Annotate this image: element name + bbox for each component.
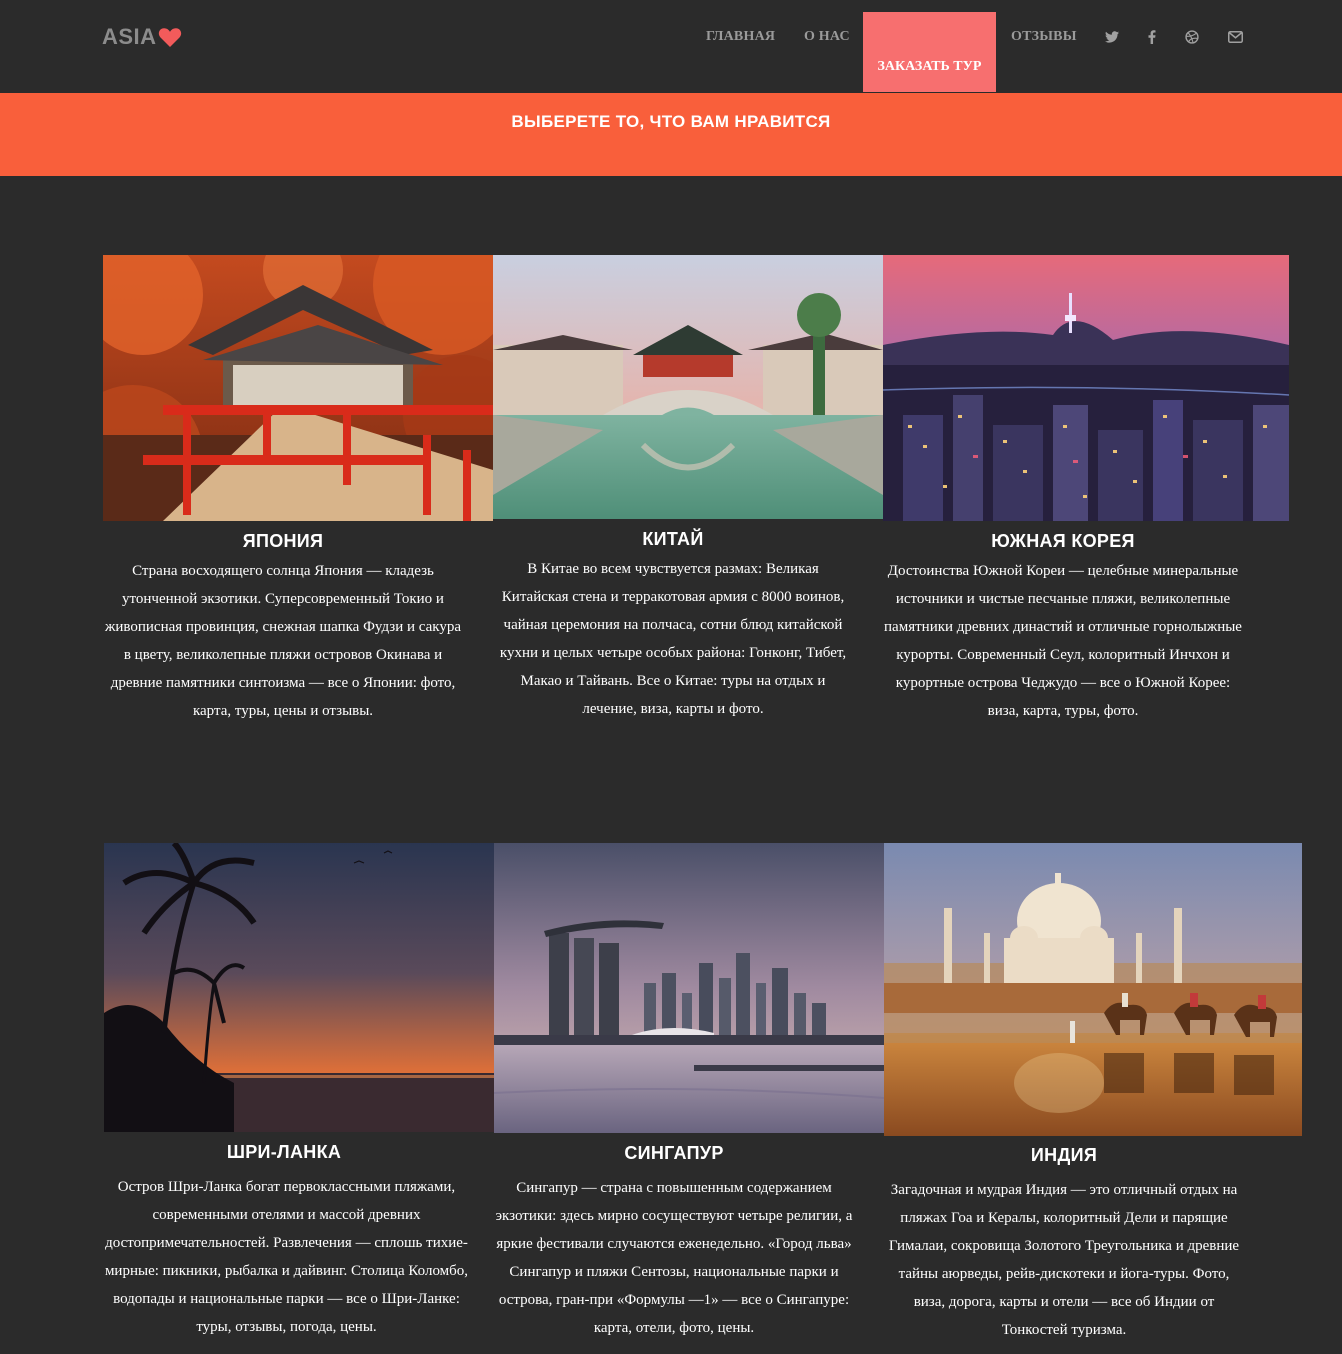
destination-title-india: ИНДИЯ: [1030, 1145, 1098, 1165]
destination-title-south-korea: ЮЖНАЯ КОРЕЯ: [991, 531, 1135, 551]
mail-icon[interactable]: [1226, 28, 1244, 46]
destination-card-india[interactable]: ИНДИЯ Загадочная и мудрая Индия — это от…: [884, 843, 1302, 1343]
destination-image-south-korea[interactable]: [883, 255, 1289, 521]
logo-text: ASIA: [102, 24, 157, 49]
banner: ВЫБЕРЕТЕ ТО, ЧТО ВАМ НРАВИТСЯ: [0, 93, 1342, 176]
destination-card-south-korea[interactable]: ЮЖНАЯ КОРЕЯ Достоинства Южной Кореи — це…: [883, 255, 1289, 755]
banner-title: ВЫБЕРЕТЕ ТО, ЧТО ВАМ НРАВИТСЯ: [511, 112, 831, 131]
destination-card-japan[interactable]: ЯПОНИЯ Страна восходящего солнца Япония …: [103, 255, 493, 735]
destination-image-india[interactable]: [884, 843, 1302, 1136]
twitter-icon[interactable]: [1103, 28, 1121, 46]
nav-book-tour-button[interactable]: ЗАКАЗАТЬ ТУР: [863, 12, 996, 92]
dribbble-icon[interactable]: [1183, 28, 1201, 46]
destination-card-china[interactable]: КИТАЙ В Китае во всем чувствуется размах…: [493, 255, 883, 735]
heart-icon: [158, 28, 181, 47]
destination-text-india: Загадочная и мудрая Индия — это отличный…: [888, 1182, 1240, 1338]
destination-image-china[interactable]: [493, 255, 883, 519]
destination-text-sri-lanka: Остров Шри-Ланка богат первоклассными пл…: [104, 1179, 469, 1335]
destination-title-singapore: СИНГАПУР: [624, 1143, 724, 1163]
destination-text-japan: Страна восходящего солнца Япония — кладе…: [104, 563, 461, 719]
destination-title-china: КИТАЙ: [642, 529, 704, 549]
destination-image-sri-lanka[interactable]: [104, 843, 494, 1132]
nav-reviews[interactable]: ОТЗЫВЫ: [1011, 29, 1077, 45]
destination-text-china: В Китае во всем чувствуется размах: Вели…: [499, 561, 847, 717]
facebook-icon[interactable]: [1143, 28, 1161, 46]
destination-title-sri-lanka: ШРИ-ЛАНКА: [226, 1142, 342, 1162]
destination-card-singapore[interactable]: СИНГАПУР Сингапур — страна с повышенным …: [494, 843, 884, 1343]
destination-text-singapore: Сингапур — страна с повышенным содержани…: [495, 1180, 853, 1336]
destination-image-japan[interactable]: [103, 255, 493, 521]
nav-home[interactable]: ГЛАВНАЯ: [706, 29, 775, 45]
nav-about[interactable]: О НАС: [804, 29, 850, 45]
destination-image-singapore[interactable]: [494, 843, 884, 1133]
logo[interactable]: ASIA: [102, 24, 182, 50]
destination-text-south-korea: Достоинства Южной Кореи — целебные минер…: [884, 563, 1242, 719]
site-header: ASIA ГЛАВНАЯ О НАС ЗАКАЗАТЬ ТУР ОТЗЫВЫ: [0, 0, 1342, 93]
destination-title-japan: ЯПОНИЯ: [242, 531, 324, 551]
destination-card-sri-lanka[interactable]: ШРИ-ЛАНКА Остров Шри-Ланка богат первокл…: [104, 843, 494, 1343]
